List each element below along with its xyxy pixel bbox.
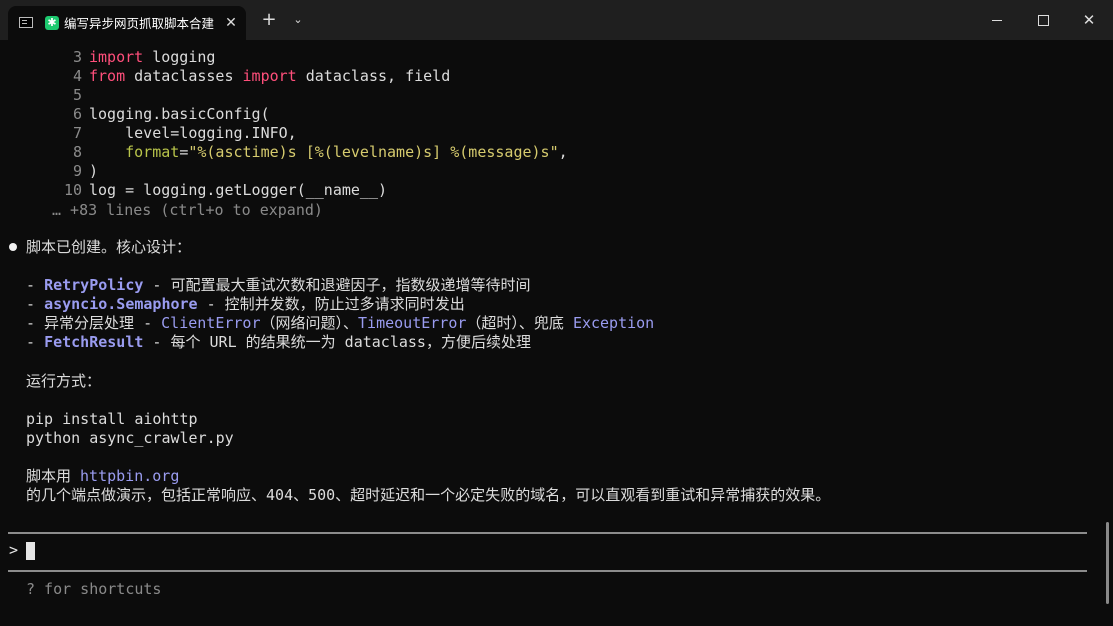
summary-heading: 脚本已创建。核心设计： xyxy=(26,238,192,256)
run-command: pip install aiohttp xyxy=(26,410,198,428)
text-segment: logging xyxy=(143,48,216,66)
code-keyword: from xyxy=(89,67,126,85)
minimize-button[interactable] xyxy=(974,0,1020,40)
new-tab-button[interactable]: + xyxy=(257,8,281,32)
scrollbar[interactable] xyxy=(1106,522,1109,604)
note-line: 的几个端点做演示，包括正常响应、404、500、超时延迟和一个必定失败的域名，可… xyxy=(26,486,831,504)
text-segment: "%(asctime)s [%(levelname)s] %(message)s… xyxy=(188,143,559,161)
note-line: 脚本用 httpbin.org xyxy=(26,467,179,486)
message-bullet xyxy=(9,243,17,251)
line-number: 8 xyxy=(72,143,82,161)
code-text: from dataclasses import dataclass, field xyxy=(89,67,450,86)
title-bar: ✱ 编写异步网页抓取脚本合建 ✕ + ⌄ ✕ xyxy=(0,0,1113,40)
text-segment: = xyxy=(179,143,189,161)
design-item: - asyncio.Semaphore - 控制并发数，防止过多请求同时发出 xyxy=(26,295,465,314)
text-segment: log = logging.getLogger(__name__) xyxy=(89,181,388,199)
code-reference: asyncio.Semaphore xyxy=(44,295,198,313)
text-segment xyxy=(89,143,125,161)
line-number: 5 xyxy=(72,86,82,104)
text-segment: format xyxy=(125,143,180,161)
text-segment: logging.basicConfig( xyxy=(89,105,270,123)
code-reference: Exception xyxy=(572,314,655,332)
code-text: logging.basicConfig( xyxy=(89,105,270,124)
maximize-icon xyxy=(1037,15,1049,26)
run-heading: 运行方式： xyxy=(26,372,102,390)
code-reference: httpbin.org xyxy=(80,467,180,485)
text-segment: - xyxy=(26,276,45,294)
line-number: 7 xyxy=(72,124,82,142)
text-segment: level=logging.INFO, xyxy=(89,124,297,142)
text-segment: 脚本用 xyxy=(26,467,81,485)
text-segment: dataclass, field xyxy=(296,67,451,85)
text-segment: - 异常分层处理 - xyxy=(26,314,162,332)
input-cursor[interactable] xyxy=(26,542,35,560)
collapsed-lines-note[interactable]: … +83 lines (ctrl+o to expand) xyxy=(52,201,323,220)
close-window-button[interactable]: ✕ xyxy=(1066,0,1112,40)
text-segment: - 每个 URL 的结果统一为 dataclass，方便后续处理 xyxy=(143,333,531,351)
prompt-bottom-divider xyxy=(8,570,1087,572)
code-text: ) xyxy=(89,162,98,181)
code-reference: RetryPolicy xyxy=(44,276,144,294)
line-number: 6 xyxy=(72,105,82,123)
design-item: - FetchResult - 每个 URL 的结果统一为 dataclass，… xyxy=(26,333,531,352)
terminal-tab[interactable]: ✱ 编写异步网页抓取脚本合建 ✕ xyxy=(8,6,246,40)
app-logo-icon: ✱ xyxy=(45,16,59,30)
text-segment: ) xyxy=(89,162,99,180)
line-number: 10 xyxy=(63,181,82,199)
line-number: 4 xyxy=(72,67,82,85)
text-segment: （超时）、兜底 xyxy=(466,314,573,332)
text-segment: - xyxy=(26,333,45,351)
close-tab-icon[interactable]: ✕ xyxy=(222,14,240,32)
line-number: 3 xyxy=(72,48,82,66)
code-reference: TimeoutError xyxy=(358,314,467,332)
code-keyword: import xyxy=(89,48,144,66)
code-text: format="%(asctime)s [%(levelname)s] %(me… xyxy=(89,143,568,162)
minimize-icon xyxy=(992,20,1002,21)
design-item: - RetryPolicy - 可配置最大重试次数和退避因子，指数级递增等待时间 xyxy=(26,276,531,295)
text-segment: - xyxy=(26,295,45,313)
design-item: - 异常分层处理 - ClientError（网络问题）、TimeoutErro… xyxy=(26,314,654,333)
code-text: log = logging.getLogger(__name__) xyxy=(89,181,387,200)
prompt-caret: > xyxy=(9,541,19,559)
maximize-button[interactable] xyxy=(1020,0,1066,40)
tab-title: 编写异步网页抓取脚本合建 xyxy=(64,16,214,31)
chevron-down-icon[interactable]: ⌄ xyxy=(286,8,310,32)
code-keyword: import xyxy=(242,67,297,85)
run-command: python async_crawler.py xyxy=(26,429,234,447)
code-reference: ClientError xyxy=(161,314,261,332)
text-segment: dataclasses xyxy=(125,67,243,85)
code-reference: FetchResult xyxy=(44,333,144,351)
terminal-icon xyxy=(19,17,33,28)
code-text: import logging xyxy=(89,48,215,67)
shortcuts-hint: ? for shortcuts xyxy=(26,580,162,598)
text-segment: （网络问题）、 xyxy=(260,314,359,332)
code-text: level=logging.INFO, xyxy=(89,124,297,143)
text-segment: - 可配置最大重试次数和退避因子，指数级递增等待时间 xyxy=(143,276,531,294)
text-segment: , xyxy=(558,143,568,161)
text-segment: - 控制并发数，防止过多请求同时发出 xyxy=(197,295,465,313)
line-number: 9 xyxy=(72,162,82,180)
prompt-top-divider xyxy=(8,532,1087,534)
